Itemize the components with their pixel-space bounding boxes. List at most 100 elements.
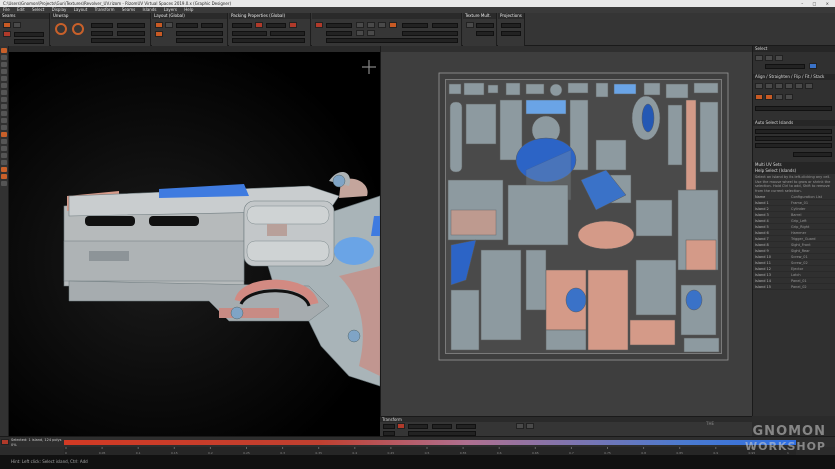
uv-tile[interactable] [445, 79, 722, 354]
align-field[interactable] [755, 106, 832, 111]
wireframe-icon[interactable] [1, 181, 7, 186]
texel-toggle-1[interactable] [466, 22, 474, 28]
select-tool-2[interactable] [765, 55, 773, 61]
seam-angle-field[interactable] [14, 32, 44, 37]
select-color-swatch[interactable] [809, 63, 817, 69]
texel-field-2[interactable] [476, 31, 494, 36]
fit-button[interactable] [155, 31, 163, 37]
unwrap-field-1[interactable] [91, 23, 113, 28]
align-left-button[interactable] [755, 83, 763, 89]
poly-mode-icon[interactable] [1, 90, 7, 95]
island-mode-icon[interactable] [1, 97, 7, 102]
align-bottom-button[interactable] [795, 83, 803, 89]
transform-field-2[interactable] [408, 424, 428, 429]
grow-selection-icon[interactable] [1, 104, 7, 109]
menu-display[interactable]: Display [52, 7, 67, 12]
select-tool-1[interactable] [755, 55, 763, 61]
option-toggle-4[interactable] [378, 22, 386, 28]
texel-field-1[interactable] [476, 23, 494, 28]
unwrap-field-2[interactable] [117, 23, 145, 28]
minimize-button[interactable]: – [801, 1, 807, 6]
menu-layout[interactable]: Layout [74, 7, 88, 12]
auto-select-field-1[interactable] [755, 129, 832, 134]
layout-field-1[interactable] [176, 23, 198, 28]
projection-field-1[interactable] [501, 23, 521, 28]
align-top-button[interactable] [785, 83, 793, 89]
align-right-button[interactable] [775, 83, 783, 89]
layout-field-2[interactable] [201, 23, 223, 28]
select-tool-icon[interactable] [1, 48, 7, 53]
option-field-2[interactable] [402, 23, 428, 28]
auto-seam-button[interactable] [3, 31, 11, 37]
distortion-icon[interactable] [1, 174, 7, 179]
distortion-gradient-bar[interactable] [64, 440, 796, 445]
pack-button[interactable] [155, 22, 163, 28]
loop-select-icon[interactable] [1, 118, 7, 123]
menu-edit[interactable]: Edit [17, 7, 25, 12]
option-field-5[interactable] [402, 31, 458, 36]
transform-toggle-2[interactable] [526, 423, 534, 429]
layout-field-4[interactable] [176, 38, 223, 43]
scale-tool-icon[interactable] [1, 69, 7, 74]
straighten-button[interactable] [805, 83, 813, 89]
stack-button[interactable] [785, 94, 793, 100]
option-toggle-5[interactable] [389, 22, 397, 28]
packing-toggle-1[interactable] [255, 22, 263, 28]
viewport-3d[interactable] [9, 46, 380, 436]
option-toggle-2[interactable] [356, 22, 364, 28]
auto-select-button[interactable] [793, 152, 832, 157]
maximize-button[interactable]: □ [813, 1, 821, 6]
align-center-button[interactable] [765, 83, 773, 89]
record-icon[interactable] [1, 439, 9, 445]
window-controls[interactable]: – □ × [801, 0, 833, 7]
layout-toggle-1[interactable] [165, 22, 173, 28]
shrink-selection-icon[interactable] [1, 111, 7, 116]
close-button[interactable]: × [826, 1, 833, 6]
menu-transform[interactable]: Transform [95, 7, 115, 12]
option-field-1[interactable] [326, 23, 352, 28]
auto-select-field-3[interactable] [755, 143, 832, 148]
pin-tool-icon[interactable] [1, 139, 7, 144]
option-toggle-7[interactable] [367, 30, 375, 36]
menu-seams[interactable]: Seams [122, 7, 135, 12]
unwrap-field-5[interactable] [91, 38, 145, 43]
packing-field-1[interactable] [232, 23, 252, 28]
edge-mode-icon[interactable] [1, 83, 7, 88]
menu-help[interactable]: Help [184, 7, 193, 12]
flip-u-button[interactable] [755, 94, 763, 100]
stretch-display-icon[interactable] [1, 167, 7, 172]
viewport-uv[interactable] [380, 46, 752, 416]
ring-select-icon[interactable] [1, 125, 7, 130]
unwrap-field-4[interactable] [117, 31, 145, 36]
menu-layers[interactable]: Layers [164, 7, 177, 12]
option-field-3[interactable] [432, 23, 458, 28]
vertex-mode-icon[interactable] [1, 76, 7, 81]
packing-field-4[interactable] [270, 31, 305, 36]
show-icon[interactable] [1, 153, 7, 158]
layout-field-3[interactable] [176, 31, 223, 36]
select-field[interactable] [765, 64, 805, 69]
packing-field-2[interactable] [266, 23, 286, 28]
transform-reset-button[interactable] [397, 423, 405, 429]
menu-islands[interactable]: Islands [142, 7, 156, 12]
select-tool-3[interactable] [775, 55, 783, 61]
unwrap-field-3[interactable] [91, 31, 113, 36]
option-toggle-6[interactable] [356, 30, 364, 36]
projection-field-2[interactable] [501, 31, 521, 36]
option-field-4[interactable] [326, 31, 352, 36]
seam-mode-field[interactable] [14, 39, 44, 44]
packing-field-3[interactable] [232, 31, 267, 36]
option-toggle-3[interactable] [367, 22, 375, 28]
checker-icon[interactable] [1, 160, 7, 165]
transform-toggle-1[interactable] [516, 423, 524, 429]
transform-field-1[interactable] [383, 424, 395, 429]
unwrap-icons[interactable] [54, 22, 88, 36]
weld-seam-button[interactable] [13, 22, 21, 28]
transform-field-3[interactable] [432, 424, 452, 429]
move-tool-icon[interactable] [1, 55, 7, 60]
menu-file[interactable]: File [3, 7, 10, 12]
option-field-6[interactable] [326, 38, 458, 43]
flip-v-button[interactable] [765, 94, 773, 100]
option-toggle-1[interactable] [315, 22, 323, 28]
list-item[interactable]: Island 15 Panel_02 [753, 284, 835, 290]
